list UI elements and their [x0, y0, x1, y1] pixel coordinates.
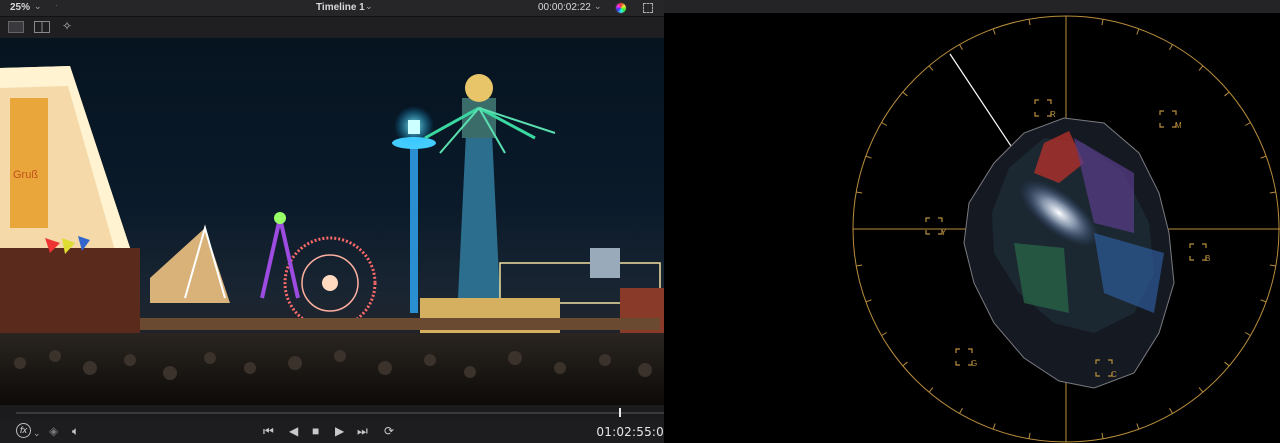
graticule-tick	[1028, 432, 1031, 439]
vectorscope-trace	[963, 117, 1175, 389]
zoom-level[interactable]: 25%	[10, 2, 30, 13]
graticule-tick	[1269, 264, 1276, 267]
graticule-tick	[992, 28, 996, 35]
speaker-icon[interactable]: 🔈︎	[72, 424, 79, 438]
svg-text:Gruß: Gruß	[13, 169, 38, 181]
graticule-tick	[856, 264, 863, 267]
graticule-tick	[902, 361, 908, 367]
magic-wand-icon[interactable]: ✧	[62, 19, 78, 33]
target-m: M	[1159, 110, 1182, 130]
chevron-down-icon[interactable]: ⌄	[33, 428, 41, 439]
graticule-tick	[856, 191, 863, 194]
graticule-tick	[1028, 19, 1031, 26]
viewer-panel: 25% ⌄ · Timeline 1 ⌄ 00:00:02:22 ⌄ ✧ Gru…	[0, 0, 664, 443]
graticule-tick	[1269, 191, 1276, 194]
graticule-tick	[1169, 408, 1173, 414]
graticule-tick	[1260, 299, 1267, 303]
graticule-tick	[1136, 28, 1140, 35]
fx-icon[interactable]: fx	[16, 423, 31, 438]
target-label: C	[1111, 370, 1117, 379]
graticule-tick	[1224, 91, 1230, 97]
vectorscope-panel: R M B C G Y	[664, 0, 1280, 443]
graticule-tick	[1101, 432, 1104, 439]
playhead[interactable]	[618, 408, 621, 417]
layers-icon[interactable]: ◈	[49, 424, 58, 438]
chevron-down-icon[interactable]: ⌄	[34, 1, 42, 12]
target-y: Y	[925, 217, 947, 237]
graticule-tick	[1224, 361, 1230, 367]
target-label: B	[1205, 254, 1210, 263]
target-label: G	[971, 359, 977, 368]
graticule-tick	[865, 155, 872, 159]
play-icon[interactable]: ▶	[335, 424, 344, 438]
viewer-header: 25% ⌄ · Timeline 1 ⌄ 00:00:02:22 ⌄	[0, 0, 664, 17]
graticule-tick	[928, 65, 934, 71]
graticule-tick	[1245, 122, 1251, 126]
graticule-tick	[1169, 44, 1173, 50]
play-reverse-icon[interactable]: ◀	[289, 424, 298, 438]
chevron-down-icon[interactable]: ⌄	[594, 1, 602, 12]
graticule-tick	[902, 91, 908, 97]
graticule-tick	[992, 423, 996, 430]
single-viewer-icon[interactable]	[8, 21, 24, 33]
graticule-tick	[1198, 387, 1204, 393]
graticule-tick	[1198, 65, 1204, 71]
graticule-tick	[881, 332, 887, 336]
chevron-down-icon[interactable]: ⌄	[365, 1, 373, 12]
transport-controls: fx ⌄ ◈ 🔈︎ ⏮︎ ◀ ■ ▶ ⏭︎ ⟳ 01:02:55:0	[0, 419, 664, 443]
target-label: Y	[941, 228, 947, 237]
graticule-tick	[1136, 423, 1140, 430]
target-label: R	[1050, 110, 1056, 119]
scope-header	[664, 0, 1280, 13]
target-b: B	[1189, 243, 1210, 263]
color-wheel-icon[interactable]	[615, 2, 627, 14]
expand-icon[interactable]	[643, 3, 653, 13]
source-timecode[interactable]: 00:00:02:22	[538, 2, 591, 13]
target-label: M	[1175, 121, 1182, 130]
timeline-name[interactable]: Timeline 1	[316, 2, 365, 13]
video-image: Gruß	[0, 66, 664, 405]
target-g: G	[955, 348, 977, 368]
graticule-tick	[865, 299, 872, 303]
viewer-toolbar: ✧	[0, 17, 664, 38]
graticule-tick	[1260, 155, 1267, 159]
scrubber-bar[interactable]	[0, 405, 664, 419]
more-options-icon[interactable]: ·	[55, 0, 58, 10]
stop-icon[interactable]: ■	[312, 424, 319, 438]
skip-to-start-icon[interactable]: ⏮︎	[263, 424, 274, 438]
target-r: R	[1034, 99, 1056, 119]
video-frame[interactable]: Gruß	[0, 38, 664, 405]
graticule-tick	[1101, 19, 1104, 26]
graticule-tick	[1245, 332, 1251, 336]
loop-icon[interactable]: ⟳	[384, 424, 394, 438]
graticule-tick	[881, 122, 887, 126]
split-viewer-icon[interactable]	[34, 21, 50, 33]
skip-to-end-icon[interactable]: ⏭︎	[357, 424, 368, 438]
scrubber-track[interactable]	[16, 412, 664, 414]
graticule-tick	[959, 408, 963, 414]
vectorscope: R M B C G Y	[852, 15, 1280, 443]
playhead-timecode[interactable]: 01:02:55:0	[596, 425, 664, 439]
graticule-tick	[928, 387, 934, 393]
graticule-tick	[959, 44, 963, 50]
